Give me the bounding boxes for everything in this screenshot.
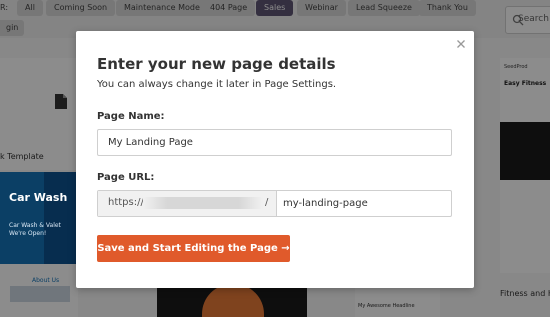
page-name-label: Page Name: [97,111,165,122]
url-slash: / [265,197,269,208]
url-scheme: https:// [108,197,144,208]
dialog-title: Enter your new page details [97,55,336,73]
car-wash-subtitle: Car Wash & Valet We're Open! [9,222,61,237]
save-and-edit-button[interactable]: Save and Start Editing the Page → [97,235,290,262]
page-url-field: https:// / [97,190,452,217]
dialog-subtitle: You can always change it later in Page S… [97,79,337,90]
close-icon[interactable] [453,36,469,52]
page-slug-input[interactable] [283,191,448,216]
car-wash-title: Car Wash [9,191,68,204]
page-name-input[interactable] [97,129,452,156]
url-prefix: https:// / [98,191,277,216]
new-page-dialog: Enter your new page details You can alwa… [76,31,474,288]
page-url-label: Page URL: [97,172,155,183]
url-redacted-domain [143,197,263,209]
